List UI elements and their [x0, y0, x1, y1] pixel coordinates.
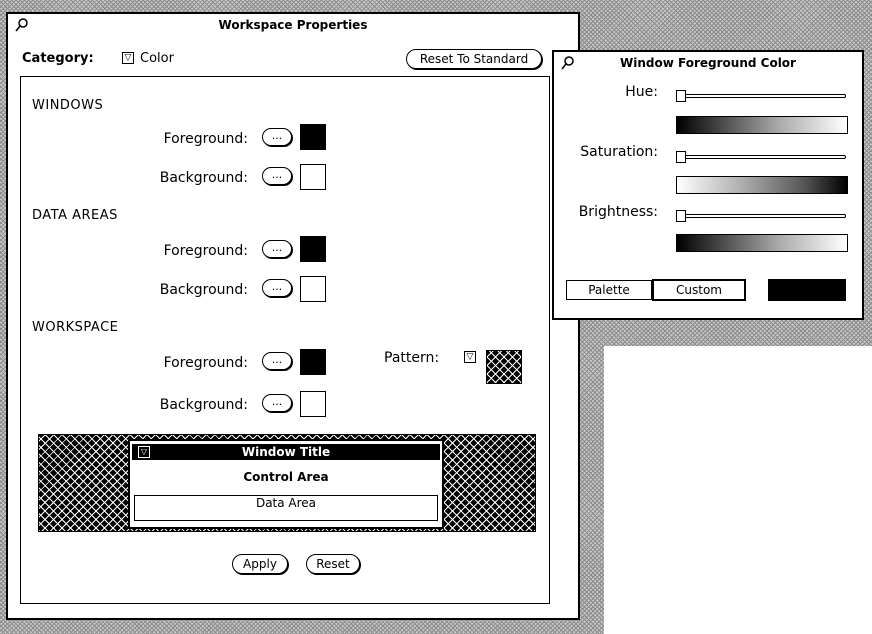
- data-background-label: Background:: [159, 282, 248, 298]
- saturation-label: Saturation:: [580, 144, 658, 160]
- preview-menu-icon: ▽: [138, 446, 150, 458]
- tab-palette[interactable]: Palette: [566, 280, 652, 300]
- data-background-button[interactable]: ...: [262, 279, 292, 297]
- windows-background-button[interactable]: ...: [262, 167, 292, 185]
- windows-foreground-swatch[interactable]: [300, 124, 326, 150]
- window-foreground-color-window: Window Foreground Color Hue: Saturation:…: [552, 50, 864, 320]
- reset-button[interactable]: Reset: [306, 554, 360, 574]
- workspace-background-label: Background:: [159, 397, 248, 413]
- hue-slider-knob[interactable]: [676, 90, 686, 102]
- windows-foreground-button[interactable]: ...: [262, 128, 292, 146]
- pattern-menu-button[interactable]: ▽: [464, 351, 476, 363]
- window-title: Workspace Properties: [218, 18, 368, 32]
- pushpin-icon[interactable]: [14, 17, 30, 33]
- section-workspace: WORKSPACE: [32, 320, 119, 335]
- windows-background-swatch[interactable]: [300, 164, 326, 190]
- workspace-properties-window: Workspace Properties Category: ▽ Color R…: [6, 12, 580, 620]
- brightness-gradient-bar: [676, 234, 848, 252]
- preview-titlebar: ▽ Window Title: [132, 444, 440, 460]
- saturation-slider-knob[interactable]: [676, 151, 686, 163]
- pattern-label: Pattern:: [384, 350, 440, 366]
- preview-control-area: Control Area: [243, 470, 329, 484]
- workspace-foreground-button[interactable]: ...: [262, 352, 292, 370]
- category-label: Category:: [22, 51, 94, 66]
- workspace-foreground-swatch[interactable]: [300, 349, 326, 375]
- data-foreground-label: Foreground:: [163, 243, 248, 259]
- preview-data-area: Data Area: [134, 495, 438, 521]
- workspace-foreground-label: Foreground:: [163, 355, 248, 371]
- window-titlebar[interactable]: Workspace Properties: [8, 14, 578, 36]
- tab-custom[interactable]: Custom: [652, 279, 746, 301]
- windows-background-label: Background:: [159, 170, 248, 186]
- workspace-background-swatch[interactable]: [300, 391, 326, 417]
- brightness-label: Brightness:: [578, 204, 658, 220]
- section-data-areas: DATA AREAS: [32, 208, 118, 223]
- pattern-swatch[interactable]: [486, 350, 522, 384]
- section-windows: WINDOWS: [32, 98, 104, 113]
- workspace-background-button[interactable]: ...: [262, 394, 292, 412]
- pushpin-icon[interactable]: [560, 55, 576, 71]
- brightness-slider-knob[interactable]: [676, 210, 686, 222]
- saturation-gradient-bar: [676, 176, 848, 194]
- category-value[interactable]: Color: [140, 51, 174, 66]
- data-background-swatch[interactable]: [300, 276, 326, 302]
- data-foreground-button[interactable]: ...: [262, 240, 292, 258]
- current-color-swatch: [768, 279, 846, 301]
- saturation-slider[interactable]: [678, 155, 846, 159]
- hue-gradient-bar: [676, 116, 848, 134]
- data-foreground-swatch[interactable]: [300, 236, 326, 262]
- windows-foreground-label: Foreground:: [163, 131, 248, 147]
- apply-button[interactable]: Apply: [232, 554, 288, 574]
- hue-slider[interactable]: [678, 94, 846, 98]
- hue-label: Hue:: [625, 84, 658, 100]
- color-window-title: Window Foreground Color: [620, 56, 796, 70]
- reset-to-standard-button[interactable]: Reset To Standard: [406, 49, 542, 69]
- preview-window-title: Window Title: [241, 445, 331, 459]
- color-window-titlebar[interactable]: Window Foreground Color: [554, 52, 862, 74]
- brightness-slider[interactable]: [678, 214, 846, 218]
- preview-window: ▽ Window Title Control Area Data Area: [128, 439, 444, 529]
- category-menu-button[interactable]: ▽: [122, 52, 134, 64]
- desktop-blank-area: [604, 346, 872, 634]
